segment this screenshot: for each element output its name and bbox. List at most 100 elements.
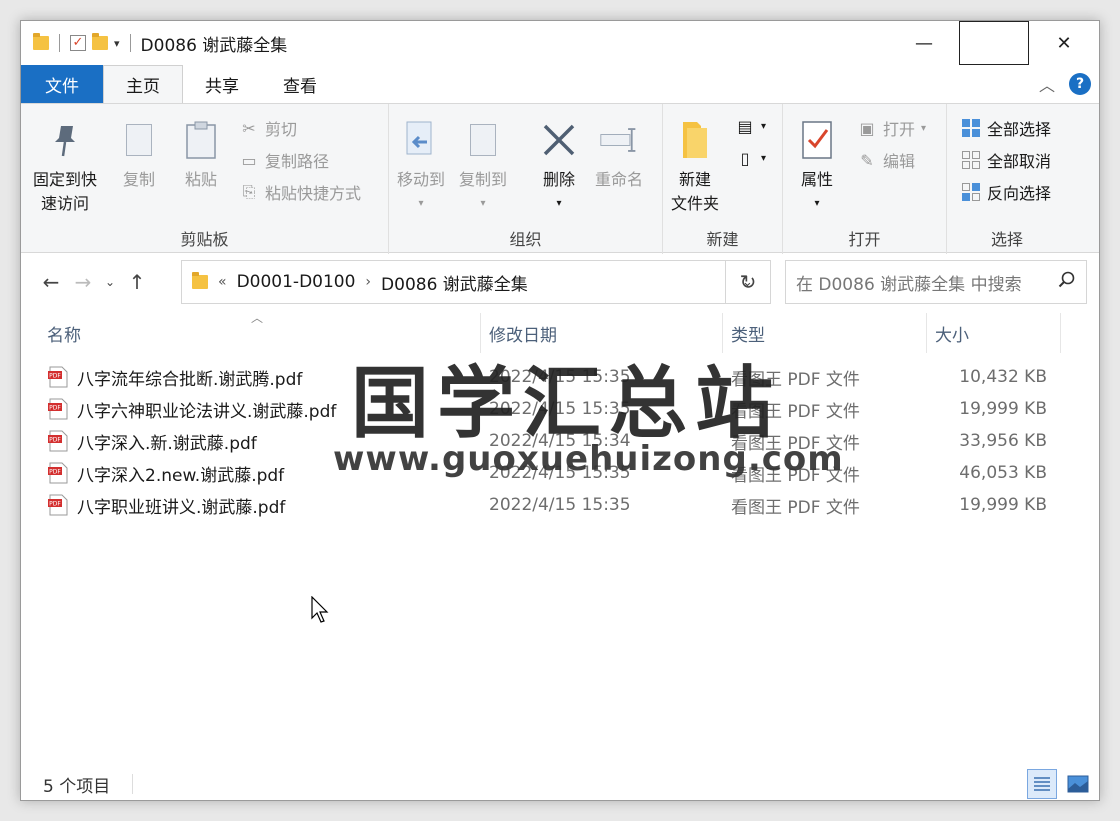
new-folder-button[interactable]: 新建 文件夹 <box>671 118 719 216</box>
select-all-icon <box>961 118 981 138</box>
move-to-label: 移动到 <box>397 170 446 189</box>
address-bar[interactable]: « D0001-D0100 › D0086 谢武藤全集 ⌄ <box>181 260 771 304</box>
copy-to-dropdown-icon: ▾ <box>480 198 486 209</box>
file-name: 八字职业班讲义.谢武藤.pdf <box>77 497 286 518</box>
properties-icon <box>797 118 837 162</box>
column-header-size[interactable]: 大小 <box>927 313 1061 353</box>
large-icons-view-icon <box>1067 775 1089 793</box>
new-folder-icon[interactable] <box>92 33 108 50</box>
navigation-bar: ← → ⌄ ↑ « D0001-D0100 › D0086 谢武藤全集 ⌄ ↻ … <box>21 257 1099 307</box>
move-to-button[interactable]: 移动到 ▾ <box>397 118 445 216</box>
details-view-icon <box>1034 777 1050 791</box>
recent-locations-button[interactable]: ⌄ <box>99 275 121 289</box>
refresh-button[interactable]: ↻ <box>725 260 771 304</box>
move-to-dropdown-icon: ▾ <box>418 198 424 209</box>
properties-icon[interactable]: ✓ <box>70 35 86 51</box>
paste-shortcut-label: 粘贴快捷方式 <box>265 184 362 203</box>
tab-file[interactable]: 文件 <box>21 65 103 103</box>
file-size: 33,956 KB <box>959 431 1047 451</box>
edit-button[interactable]: ✎ 编辑 <box>857 148 915 172</box>
easy-access-icon: ▯ <box>740 148 750 168</box>
easy-access-button[interactable]: ▯ ▾ <box>735 148 766 168</box>
paste-shortcut-button[interactable]: ⎘ 粘贴快捷方式 <box>239 180 361 204</box>
select-all-label: 全部选择 <box>987 120 1052 139</box>
back-button[interactable]: ← <box>35 270 67 294</box>
file-row[interactable]: PDF 八字职业班讲义.谢武藤.pdf 2022/4/15 15:35 看图王 P… <box>21 489 1099 521</box>
folder-icon[interactable] <box>33 33 49 50</box>
select-group: 全部选择 全部取消 反向选择 选择 <box>947 104 1067 254</box>
delete-button[interactable]: 删除 ▾ <box>539 118 579 216</box>
breadcrumb-item[interactable]: D0001-D0100 <box>237 272 356 292</box>
open-icon: ▣ <box>859 118 875 138</box>
properties-label: 属性 <box>800 170 833 189</box>
minimize-button[interactable]: — <box>889 21 959 65</box>
details-view-button[interactable] <box>1027 769 1057 799</box>
select-none-button[interactable]: 全部取消 <box>961 148 1051 172</box>
maximize-button[interactable] <box>959 21 1029 65</box>
clipboard-group-label: 剪贴板 <box>180 230 229 249</box>
delete-icon <box>539 118 579 162</box>
search-placeholder: 在 D0086 谢武藤全集 中搜索 <box>796 274 1022 295</box>
new-group-label: 新建 <box>706 230 739 249</box>
copy-path-button[interactable]: ▭ 复制路径 <box>239 148 329 172</box>
customize-toolbar-icon[interactable]: ▾ <box>114 37 120 50</box>
copy-button[interactable]: 复制 <box>119 118 159 192</box>
breadcrumb-item[interactable]: D0086 谢武藤全集 <box>381 270 528 295</box>
rename-button[interactable]: 重命名 <box>595 118 643 192</box>
watermark-url: www.guoxuehuizong.com <box>333 439 844 479</box>
up-button[interactable]: ↑ <box>121 270 153 294</box>
select-none-label: 全部取消 <box>987 152 1052 171</box>
large-icons-view-button[interactable] <box>1063 769 1093 799</box>
breadcrumb-overflow[interactable]: « <box>218 274 227 290</box>
pin-icon <box>45 118 85 162</box>
file-size: 10,432 KB <box>959 367 1047 387</box>
svg-text:PDF: PDF <box>49 373 61 380</box>
pdf-file-icon: PDF <box>47 366 69 388</box>
pdf-file-icon: PDF <box>47 462 69 484</box>
file-name: 八字深入2.new.谢武藤.pdf <box>77 465 285 486</box>
tab-share[interactable]: 共享 <box>183 65 261 103</box>
rename-label: 重命名 <box>595 170 644 189</box>
mouse-cursor-icon <box>311 596 329 623</box>
status-bar: 5 个项目 <box>21 767 1099 801</box>
select-all-button[interactable]: 全部选择 <box>961 116 1051 140</box>
file-date: 2022/4/15 15:35 <box>489 495 631 515</box>
forward-button[interactable]: → <box>67 270 99 294</box>
paste-label: 粘贴 <box>184 170 217 189</box>
invert-selection-button[interactable]: 反向选择 <box>961 180 1051 204</box>
pin-quick-access-button[interactable]: 固定到快 速访问 <box>33 118 97 216</box>
file-size: 19,999 KB <box>959 495 1047 515</box>
cut-button[interactable]: ✂ 剪切 <box>239 116 297 140</box>
rename-icon <box>599 118 639 162</box>
tab-view[interactable]: 查看 <box>261 65 339 103</box>
chevron-right-icon[interactable]: › <box>365 274 371 290</box>
properties-button[interactable]: 属性 ▾ <box>797 118 837 216</box>
open-group-label: 打开 <box>848 230 881 249</box>
svg-text:PDF: PDF <box>49 405 61 412</box>
help-icon[interactable]: ? <box>1069 73 1091 95</box>
new-folder-label-line2: 文件夹 <box>671 194 720 213</box>
new-item-button[interactable]: ▤ ▾ <box>735 116 766 136</box>
collapse-ribbon-icon[interactable]: ︿ <box>1039 72 1055 96</box>
file-size: 46,053 KB <box>959 463 1047 483</box>
organize-group: 移动到 ▾ 复制到 ▾ 删除 ▾ 重命名 组织 <box>389 104 663 254</box>
maximize-icon <box>959 21 1029 65</box>
close-button[interactable]: ✕ <box>1029 21 1099 65</box>
paste-button[interactable]: 粘贴 <box>181 118 221 192</box>
invert-selection-label: 反向选择 <box>987 184 1052 203</box>
edit-icon: ✎ <box>860 150 874 170</box>
search-input[interactable]: 在 D0086 谢武藤全集 中搜索 <box>785 260 1087 304</box>
paste-shortcut-icon: ⎘ <box>242 182 256 201</box>
svg-text:PDF: PDF <box>49 437 61 444</box>
search-icon <box>1058 271 1075 288</box>
delete-label: 删除 <box>542 170 575 189</box>
tab-home[interactable]: 主页 <box>103 65 183 103</box>
new-item-icon: ▤ <box>737 116 753 136</box>
open-button[interactable]: ▣ 打开 ▾ <box>857 116 926 140</box>
select-none-icon <box>961 150 981 170</box>
copy-to-button[interactable]: 复制到 ▾ <box>459 118 507 216</box>
clipboard-group: 固定到快 速访问 复制 粘贴 ✂ 剪切 ▭ 复制路径 ⎘ 粘贴快捷方式 剪贴板 <box>21 104 389 254</box>
edit-label: 编辑 <box>883 152 916 171</box>
column-size-label: 大小 <box>935 325 969 346</box>
file-type: 看图王 PDF 文件 <box>731 497 860 518</box>
